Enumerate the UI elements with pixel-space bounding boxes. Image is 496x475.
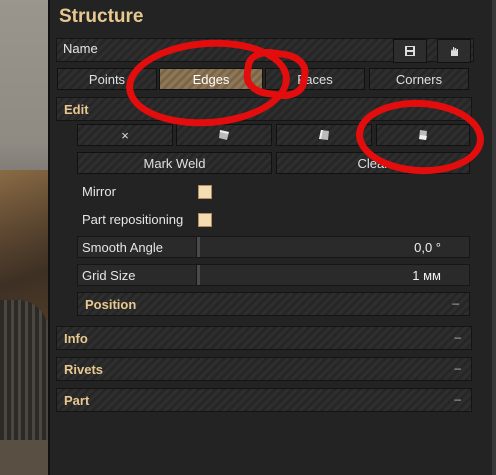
info-section-header[interactable]: Info –	[56, 326, 472, 350]
hand-icon	[450, 46, 458, 56]
background-scene	[0, 0, 48, 475]
edit-section-label: Edit	[64, 102, 89, 117]
slider-handle[interactable]	[197, 237, 200, 257]
smooth-angle-value: 0,0 °	[414, 240, 441, 255]
collapse-icon[interactable]: –	[454, 361, 461, 375]
save-button[interactable]	[393, 39, 427, 63]
plate-icon-1	[219, 130, 229, 140]
grid-size-label: Grid Size	[82, 268, 136, 283]
close-icon: ×	[121, 127, 129, 143]
tool-plate-2-button[interactable]	[276, 124, 372, 146]
tool-delete-button[interactable]: ×	[77, 124, 173, 146]
part-section-header[interactable]: Part –	[56, 388, 472, 412]
smooth-angle-label: Smooth Angle	[82, 240, 163, 255]
tab-faces[interactable]: Faces	[265, 68, 365, 90]
plate-icon-2	[319, 130, 329, 140]
tool-plate-3-button[interactable]	[376, 124, 470, 146]
grid-size-value: 1 мм	[412, 268, 441, 283]
panel-scrollbar[interactable]	[492, 0, 496, 475]
save-icon	[405, 46, 415, 56]
plate-icon-3	[419, 130, 427, 140]
position-section-label: Position	[85, 297, 137, 312]
mark-weld-button[interactable]: Mark Weld	[77, 152, 272, 174]
mirror-checkbox[interactable]	[198, 185, 212, 199]
position-section-header[interactable]: Position –	[77, 292, 470, 316]
vehicle-wreck	[0, 170, 48, 320]
panel-title: Structure	[59, 6, 144, 27]
collapse-icon[interactable]: –	[454, 330, 461, 344]
smooth-angle-slider[interactable]: 0,0 °	[196, 236, 470, 258]
part-repositioning-label: Part repositioning	[82, 212, 184, 227]
structure-panel: Structure Name Points Edges Faces Corner…	[48, 0, 496, 475]
collapse-icon[interactable]: –	[452, 296, 459, 310]
part-repositioning-checkbox[interactable]	[198, 213, 212, 227]
grid-size-slider[interactable]: 1 мм	[196, 264, 470, 286]
name-label: Name	[63, 41, 98, 56]
name-row: Name	[56, 38, 474, 63]
collapse-icon[interactable]: –	[454, 392, 461, 406]
ground	[0, 440, 48, 475]
edit-section-header[interactable]: Edit	[56, 97, 472, 121]
tool-plate-1-button[interactable]	[176, 124, 272, 146]
slider-handle[interactable]	[197, 265, 200, 285]
vehicle-track	[0, 300, 48, 450]
mirror-label: Mirror	[82, 184, 116, 199]
hand-button[interactable]	[437, 39, 471, 63]
rivets-section-header[interactable]: Rivets –	[56, 357, 472, 381]
tab-points[interactable]: Points	[57, 68, 157, 90]
tab-edges[interactable]: Edges	[159, 68, 263, 90]
part-section-label: Part	[64, 393, 90, 408]
clear-button[interactable]: Clear	[276, 152, 470, 174]
rivets-section-label: Rivets	[64, 362, 104, 377]
tab-corners[interactable]: Corners	[369, 68, 469, 90]
info-section-label: Info	[64, 331, 88, 346]
